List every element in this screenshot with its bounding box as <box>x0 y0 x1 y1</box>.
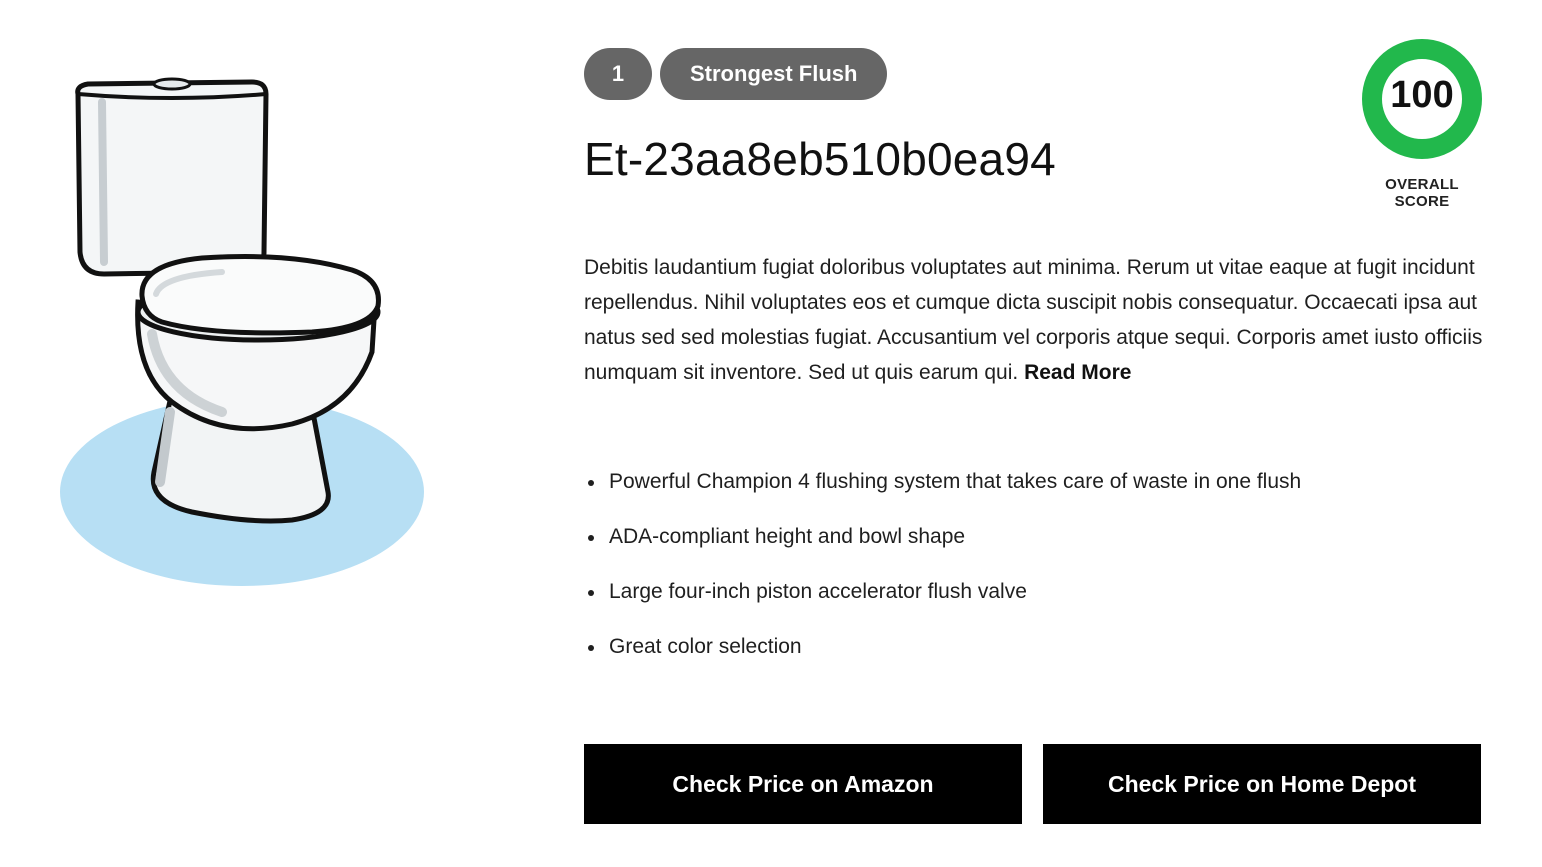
badge-group: 1 Strongest Flush <box>584 48 888 100</box>
score-value: 100 <box>1390 74 1454 116</box>
feature-item: ADA-compliant height and bowl shape <box>584 519 1301 574</box>
check-price-amazon-button[interactable]: Check Price on Amazon <box>584 744 1022 824</box>
feature-list: Powerful Champion 4 flushing system that… <box>584 464 1301 684</box>
product-title: Et-23aa8eb510b0ea94 <box>584 133 1056 185</box>
feature-item: Great color selection <box>584 629 1301 684</box>
score-ring: 100 <box>1361 38 1483 160</box>
check-price-home-depot-button[interactable]: Check Price on Home Depot <box>1043 744 1481 824</box>
product-image <box>52 72 432 592</box>
feature-item: Powerful Champion 4 flushing system that… <box>584 464 1301 519</box>
feature-item: Large four-inch piston accelerator flush… <box>584 574 1301 629</box>
overall-score: 100 OVERALL SCORE <box>1358 38 1486 210</box>
read-more-link[interactable]: Read More <box>1024 361 1131 384</box>
product-description: Debitis laudantium fugiat doloribus volu… <box>584 250 1484 390</box>
category-badge: Strongest Flush <box>660 48 888 100</box>
toilet-icon <box>60 77 424 586</box>
score-label: OVERALL SCORE <box>1385 176 1459 210</box>
rank-badge: 1 <box>584 48 652 100</box>
